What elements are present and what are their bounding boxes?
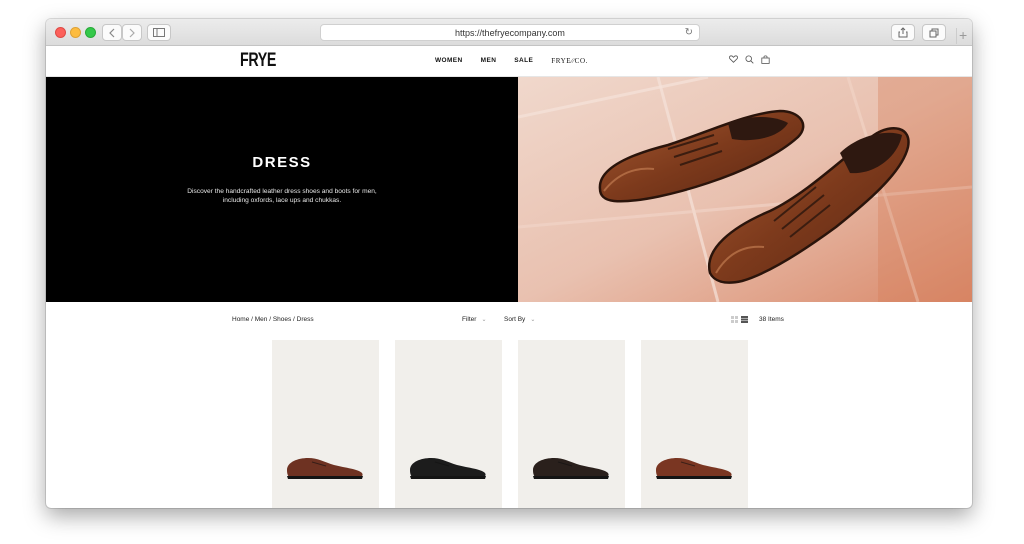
product-shoe-image (287, 458, 363, 479)
nav-frye-co[interactable]: FRYE∕∕CO. (551, 57, 588, 65)
browser-toolbar: https://thefryecompany.com ↻ (46, 19, 972, 46)
url-text: https://thefryecompany.com (455, 27, 565, 38)
chevron-down-icon: ⌄ (530, 317, 536, 323)
view-toggle (731, 316, 748, 323)
hero-text-panel: DRESS Discover the handcrafted leather d… (46, 77, 518, 302)
tabs-button[interactable] (922, 24, 946, 41)
bag-icon[interactable] (761, 55, 770, 64)
hero-description: Discover the handcrafted leather dress s… (187, 188, 377, 204)
reload-icon[interactable]: ↻ (685, 27, 693, 38)
nav-men[interactable]: MEN (481, 57, 497, 65)
sort-label: Sort By (504, 316, 526, 323)
minimize-window-button[interactable] (70, 27, 81, 38)
heart-icon[interactable] (729, 55, 738, 63)
back-button[interactable] (102, 24, 122, 41)
product-shoe-image (410, 458, 486, 479)
site-header: FRYE WOMEN MEN SALE FRYE∕∕CO. (46, 46, 972, 77)
main-nav: WOMEN MEN SALE FRYE∕∕CO. (435, 57, 588, 65)
chevron-right-icon (129, 28, 135, 37)
product-grid (272, 340, 748, 508)
frye-logo[interactable]: FRYE (240, 50, 276, 72)
browser-window: https://thefryecompany.com ↻ FRYE WOMEN … (46, 19, 972, 508)
product-card[interactable] (641, 340, 748, 508)
product-shoe-image (656, 458, 732, 479)
grid-small-icon[interactable] (731, 316, 738, 323)
sidebar-icon (153, 28, 165, 37)
product-card[interactable] (272, 340, 379, 508)
zoom-window-button[interactable] (85, 27, 96, 38)
nav-women[interactable]: WOMEN (435, 57, 463, 65)
tabs-icon (929, 28, 939, 37)
item-count: 38 Items (759, 316, 784, 323)
chevron-down-icon: ⌄ (481, 317, 487, 323)
share-button[interactable] (891, 24, 915, 41)
forward-button[interactable] (122, 24, 142, 41)
sidebar-button[interactable] (147, 24, 171, 41)
grid-large-icon[interactable] (741, 316, 748, 323)
address-bar[interactable]: https://thefryecompany.com ↻ (320, 24, 700, 41)
header-icons (729, 55, 770, 64)
search-icon[interactable] (745, 55, 754, 64)
product-card[interactable] (395, 340, 502, 508)
share-icon (898, 27, 908, 38)
hero-title: DRESS (252, 154, 312, 171)
filter-dropdown[interactable]: Filter ⌄ (462, 316, 486, 323)
chevron-left-icon (109, 28, 115, 37)
product-shoe-image (533, 458, 609, 479)
hero-image (518, 77, 972, 302)
product-card[interactable] (518, 340, 625, 508)
product-toolbar: Home / Men / Shoes / Dress Filter ⌄ Sort … (46, 302, 972, 340)
nav-sale[interactable]: SALE (514, 57, 533, 65)
new-tab-button[interactable]: + (956, 28, 972, 44)
sort-dropdown[interactable]: Sort By ⌄ (504, 316, 535, 323)
filter-label: Filter (462, 316, 477, 323)
hero-shoes-image (518, 77, 972, 302)
breadcrumb[interactable]: Home / Men / Shoes / Dress (232, 316, 314, 323)
close-window-button[interactable] (55, 27, 66, 38)
